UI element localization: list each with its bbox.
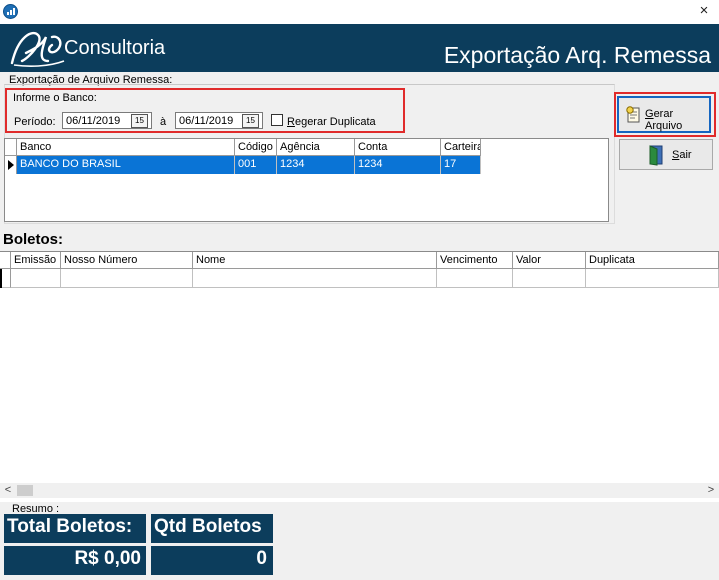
table-cell[interactable]: BANCO DO BRASIL: [17, 156, 235, 174]
col-valor[interactable]: Valor: [513, 252, 586, 269]
col-agencia[interactable]: Agência: [277, 139, 355, 156]
table-cell[interactable]: [437, 269, 513, 288]
qtd-boletos-value: 0: [151, 546, 273, 575]
gerar-arquivo-button[interactable]: Gerar Arquivo: [617, 96, 711, 133]
grid-indicator-header: [0, 252, 11, 269]
col-nosso-numero[interactable]: Nosso Número: [61, 252, 193, 269]
highlight-box-filters: [5, 88, 405, 133]
title-bar: ×: [0, 0, 719, 24]
scroll-thumb[interactable]: [17, 485, 33, 496]
close-icon[interactable]: ×: [695, 2, 713, 20]
table-cell[interactable]: 1234: [355, 156, 441, 174]
total-boletos-value: R$ 0,00: [4, 546, 146, 575]
table-cell[interactable]: 1234: [277, 156, 355, 174]
logo: [10, 31, 65, 67]
qtd-boletos-label: Qtd Boletos: [151, 514, 273, 543]
app-icon: [3, 4, 18, 19]
screen-title: Exportação Arq. Remessa: [443, 42, 711, 68]
grid-indicator-header: [5, 139, 17, 156]
table-cell[interactable]: [513, 269, 586, 288]
col-banco[interactable]: Banco: [17, 139, 235, 156]
row-indicator[interactable]: [5, 156, 17, 174]
header-banner: Consultoria Exportação Arq. Remessa: [0, 24, 719, 72]
sair-button[interactable]: Sair: [619, 139, 713, 170]
row-cursor: [0, 269, 2, 288]
gerar-arquivo-label: Gerar Arquivo: [645, 108, 683, 132]
col-carteira[interactable]: Carteira: [441, 139, 481, 156]
table-cell[interactable]: [11, 269, 61, 288]
scroll-right-icon[interactable]: >: [703, 483, 719, 498]
col-nome[interactable]: Nome: [193, 252, 437, 269]
col-vencimento[interactable]: Vencimento: [437, 252, 513, 269]
col-duplicata[interactable]: Duplicata: [586, 252, 719, 269]
table-cell[interactable]: 001: [235, 156, 277, 174]
door-exit-icon: [649, 145, 663, 166]
table-cell[interactable]: [586, 269, 719, 288]
table-cell[interactable]: 17: [441, 156, 481, 174]
total-boletos-label: Total Boletos:: [4, 514, 146, 543]
col-emissao[interactable]: Emissão: [11, 252, 61, 269]
boletos-grid[interactable]: Emissão Nosso Número Nome Vencimento Val…: [0, 251, 719, 502]
sair-label: Sair: [672, 149, 692, 161]
table-cell[interactable]: [193, 269, 437, 288]
scroll-left-icon[interactable]: <: [0, 483, 16, 498]
col-codigo[interactable]: Código: [235, 139, 277, 156]
boletos-title: Boletos:: [3, 231, 63, 248]
bank-grid[interactable]: Banco Código Agência Conta Carteira BANC…: [4, 138, 609, 222]
horizontal-scrollbar[interactable]: < >: [0, 483, 719, 498]
gerar-arquivo-icon: [626, 106, 640, 123]
col-conta[interactable]: Conta: [355, 139, 441, 156]
table-cell[interactable]: [61, 269, 193, 288]
brand-name: Consultoria: [64, 37, 166, 59]
